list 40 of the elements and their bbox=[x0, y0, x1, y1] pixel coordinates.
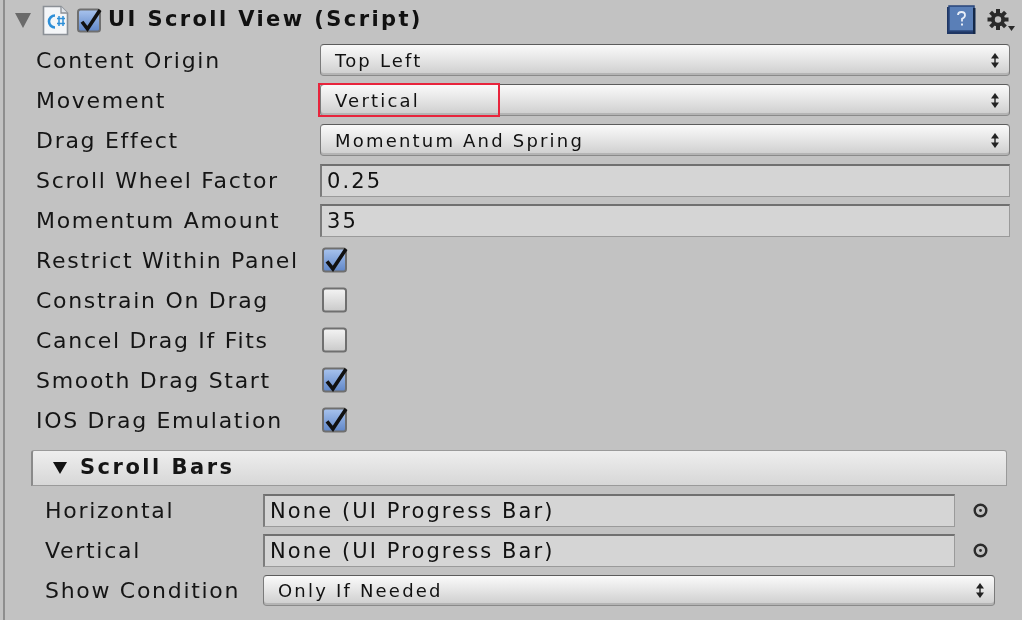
dropdown[interactable]: Vertical bbox=[320, 84, 1010, 116]
property-label: Constrain On Drag bbox=[35, 286, 270, 315]
property-label: Smooth Drag Start bbox=[35, 366, 272, 395]
component-title: UI Scroll View (Script) bbox=[108, 6, 423, 34]
property-label: Scroll Wheel Factor bbox=[35, 166, 280, 195]
triangle-icon[interactable] bbox=[53, 462, 67, 474]
gear-icon[interactable] bbox=[986, 8, 1015, 32]
property-label: Vertical bbox=[44, 536, 142, 565]
property-label: Cancel Drag If Fits bbox=[35, 326, 270, 355]
number-field[interactable]: 0.25 bbox=[320, 163, 1010, 197]
up-down-arrows-icon bbox=[976, 582, 984, 598]
number-field[interactable]: 35 bbox=[320, 203, 1010, 237]
property-label: Drag Effect bbox=[35, 126, 180, 155]
script-file-icon bbox=[42, 4, 69, 36]
checkbox[interactable] bbox=[77, 7, 102, 33]
property-label: IOS Drag Emulation bbox=[35, 406, 284, 435]
up-down-arrows-icon bbox=[991, 92, 999, 108]
help-book-icon[interactable] bbox=[946, 5, 976, 35]
up-down-arrows-icon bbox=[991, 52, 999, 68]
dropdown[interactable]: Momentum And Spring bbox=[320, 124, 1010, 156]
property-label: Content Origin bbox=[35, 46, 222, 75]
checkbox[interactable] bbox=[322, 367, 348, 393]
dropdown[interactable]: Top Left bbox=[320, 44, 1010, 76]
target-icon[interactable] bbox=[973, 542, 988, 558]
property-label: Restrict Within Panel bbox=[35, 246, 300, 275]
section-title: Scroll Bars bbox=[80, 454, 235, 482]
property-label: Momentum Amount bbox=[35, 206, 282, 235]
dropdown[interactable]: Only If Needed bbox=[263, 574, 995, 606]
checkbox[interactable] bbox=[322, 287, 348, 313]
property-label: Show Condition bbox=[44, 576, 242, 605]
target-icon[interactable] bbox=[973, 502, 988, 518]
section-header[interactable]: Scroll Bars bbox=[31, 450, 1007, 486]
object-field[interactable]: None (UI Progress Bar) bbox=[263, 493, 955, 527]
checkbox[interactable] bbox=[322, 247, 348, 273]
up-down-arrows-icon bbox=[991, 132, 999, 148]
object-field[interactable]: None (UI Progress Bar) bbox=[263, 533, 955, 567]
checkbox[interactable] bbox=[322, 407, 348, 433]
property-label: Horizontal bbox=[44, 496, 176, 525]
property-label: Movement bbox=[35, 86, 168, 115]
checkbox[interactable] bbox=[322, 327, 348, 353]
